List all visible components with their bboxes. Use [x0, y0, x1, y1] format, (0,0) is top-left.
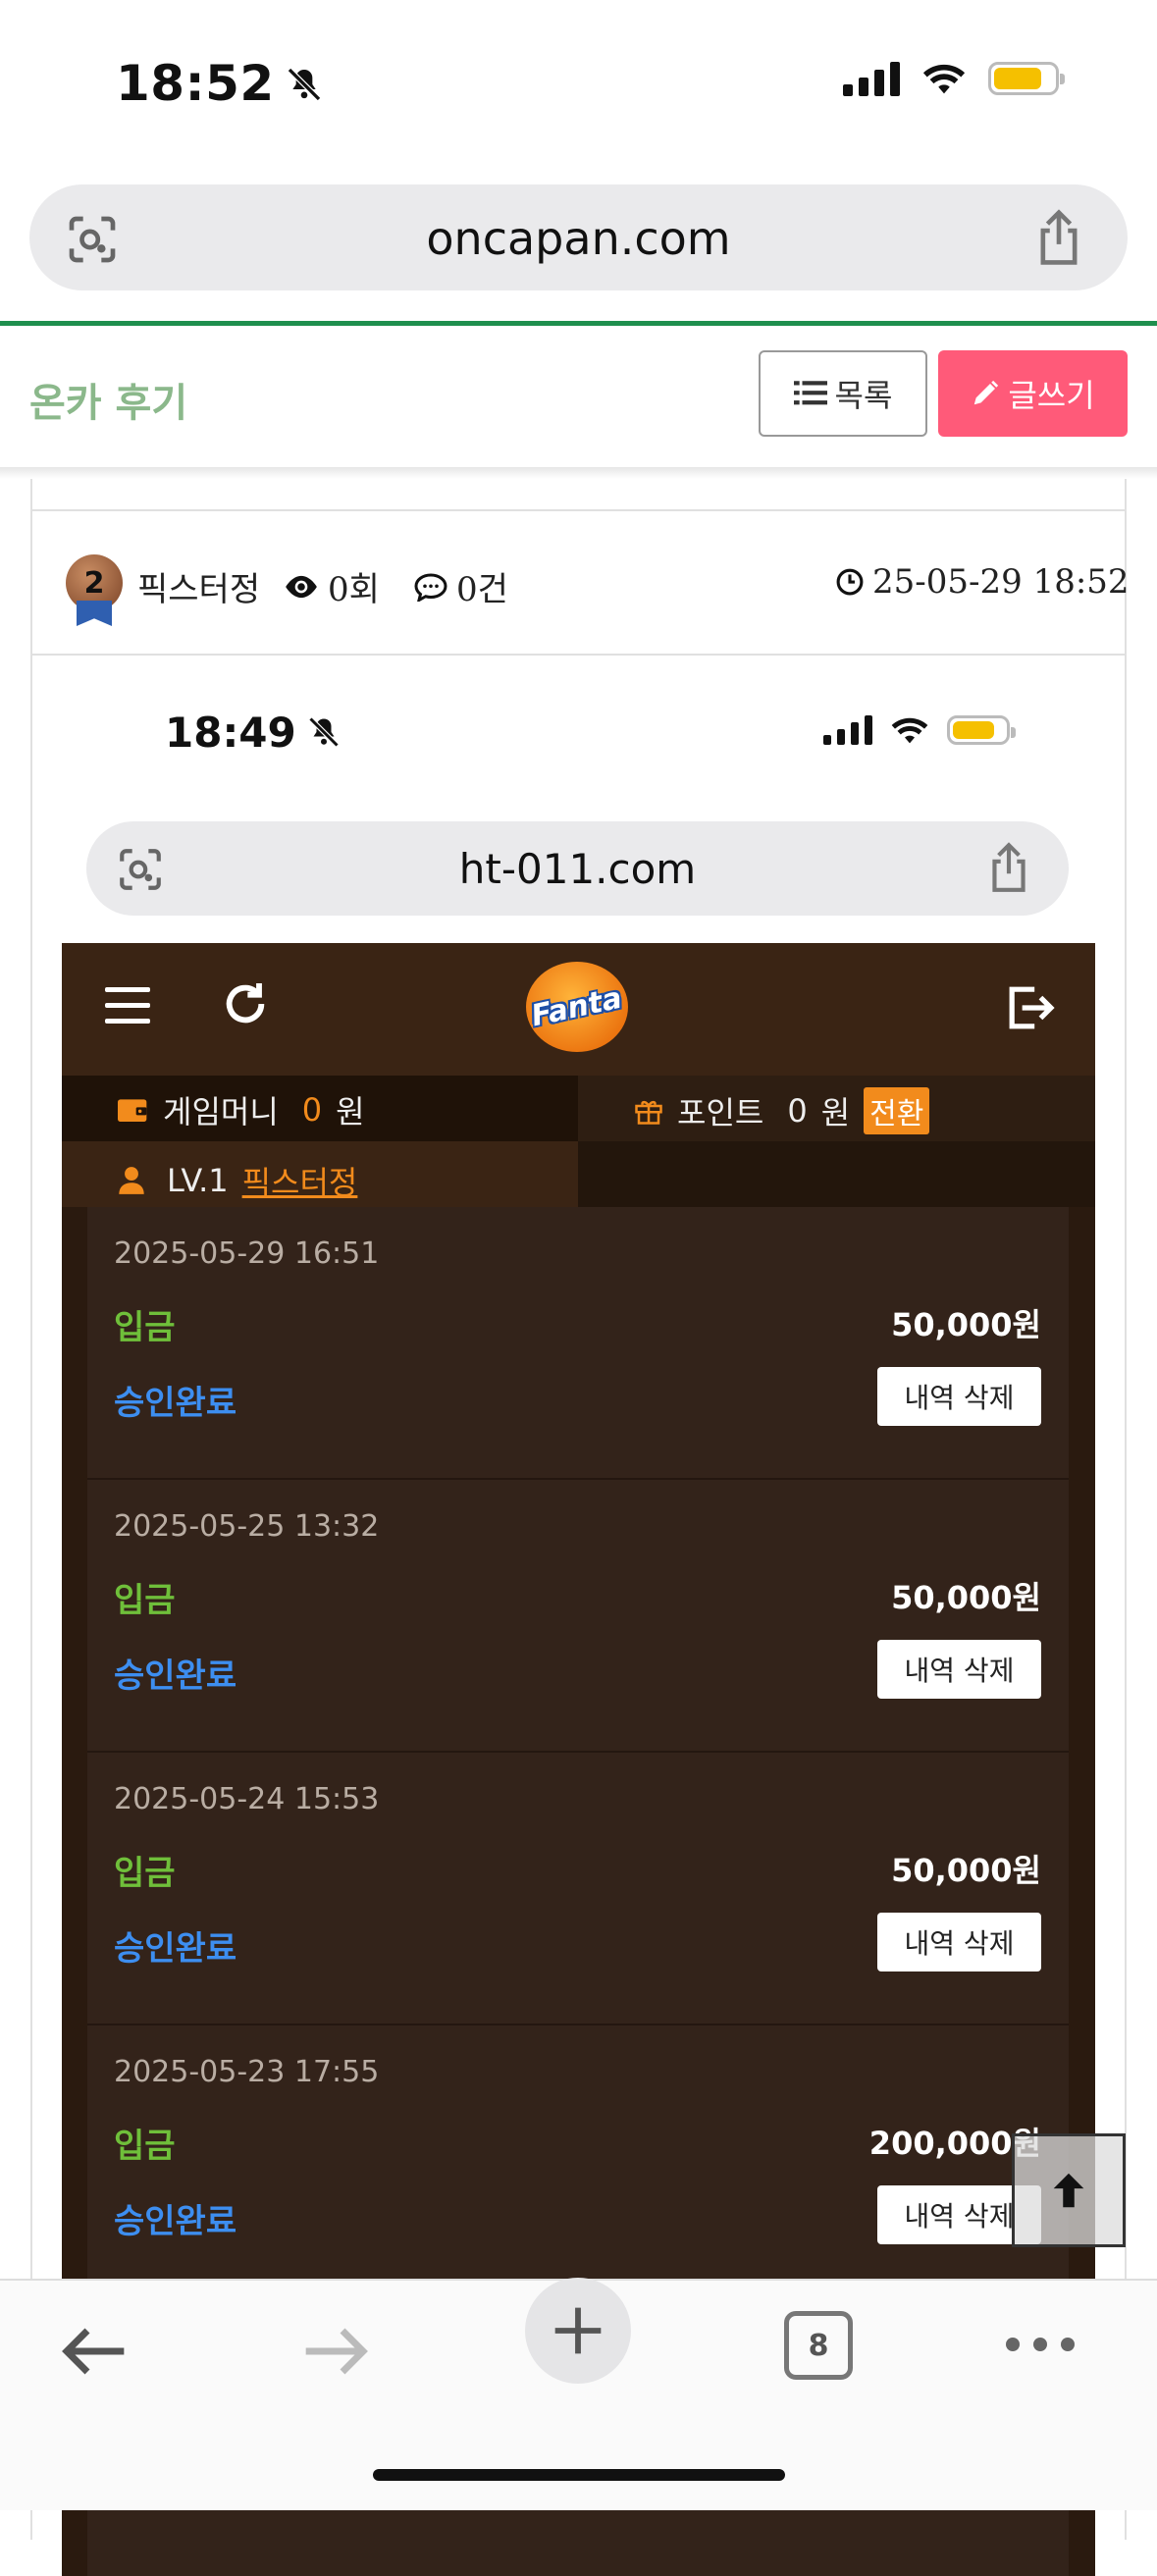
delete-history-button: 내역 삭제	[877, 1640, 1041, 1699]
status-time: 18:52	[116, 55, 324, 116]
board-title[interactable]: 온카 후기	[29, 371, 187, 428]
user-icon	[119, 1167, 144, 1194]
nickname: 픽스터정	[241, 1164, 358, 1201]
points: 포인트 0 원 전환	[634, 1087, 930, 1134]
refresh-icon	[218, 976, 273, 1035]
logout-icon	[1005, 985, 1056, 1034]
transaction-date: 2025-05-24 15:53	[114, 1782, 380, 1816]
game-money-label: 게임머니	[163, 1093, 279, 1130]
divider	[30, 654, 1127, 656]
transaction-item: 2025-05-29 16:51 입금 50,000원 승인완료 내역 삭제	[87, 1207, 1069, 1480]
transaction-type: 입금	[114, 1854, 176, 1893]
view-count-text: 0회	[328, 570, 380, 609]
wallet-icon	[118, 1099, 147, 1122]
convert-badge: 전환	[864, 1087, 930, 1134]
view-count: 0회	[283, 562, 380, 610]
status-indicators	[843, 61, 1065, 96]
battery-icon	[947, 715, 1016, 745]
arrow-up-icon	[1053, 2173, 1084, 2208]
address-bar[interactable]: oncapan.com	[29, 184, 1128, 290]
author-name[interactable]: 픽스터정	[137, 562, 260, 610]
point-value: 0	[787, 1092, 808, 1130]
transaction-item: 2025-05-25 13:32 입금 50,000원 승인완료 내역 삭제	[87, 1480, 1069, 1753]
back-button[interactable]	[59, 2324, 130, 2383]
list-button[interactable]: 목록	[759, 350, 927, 437]
bell-off-icon	[306, 711, 342, 760]
url-text[interactable]: oncapan.com	[29, 212, 1128, 265]
point-unit: 원	[820, 1094, 851, 1131]
panel-filler	[578, 1141, 1095, 1207]
transaction-item: 2025-05-24 15:53 입금 50,000원 승인완료 내역 삭제	[87, 1753, 1069, 2025]
wifi-icon	[891, 717, 928, 744]
list-button-label: 목록	[834, 377, 893, 414]
tab-count: 8	[808, 2328, 829, 2363]
clock-icon	[836, 568, 864, 596]
game-money: 게임머니 0 원	[118, 1087, 365, 1132]
eye-icon	[286, 575, 317, 598]
more-icon[interactable]	[1006, 2338, 1075, 2351]
write-button[interactable]: 글쓰기	[938, 350, 1128, 437]
arrow-left-icon	[62, 2328, 125, 2375]
logo-text: Fanta	[528, 980, 626, 1033]
scroll-to-top-button[interactable]	[1012, 2133, 1126, 2247]
inner-url-text: ht-011.com	[458, 845, 697, 893]
list-icon	[793, 381, 827, 405]
transaction-status: 승인완료	[114, 1929, 237, 1969]
home-indicator	[373, 2469, 785, 2481]
point-label: 포인트	[677, 1094, 764, 1131]
transaction-date: 2025-05-29 16:51	[114, 1236, 380, 1271]
post-author[interactable]: 픽스터정	[137, 562, 260, 610]
level-text: LV.1	[167, 1162, 229, 1199]
pencil-icon	[974, 380, 999, 405]
menu-icon	[105, 987, 150, 1034]
transaction-status: 승인완료	[114, 1384, 237, 1423]
game-money-value: 0	[301, 1091, 323, 1129]
delete-history-button: 내역 삭제	[877, 1367, 1041, 1426]
transaction-item: 2025-05-23 17:55 입금 200,000원 승인완료 내역 삭제	[87, 2025, 1069, 2298]
inner-status-indicators	[823, 714, 1016, 746]
battery-icon	[988, 62, 1065, 95]
fanta-logo: Fanta	[526, 962, 628, 1052]
user-level: LV.1 픽스터정	[118, 1158, 357, 1203]
header-shadow	[0, 467, 1157, 479]
comment-count-text: 0건	[456, 570, 508, 609]
signal-icon	[843, 61, 900, 96]
delete-history-button: 내역 삭제	[877, 1913, 1041, 1971]
wifi-icon	[922, 64, 966, 94]
signal-icon	[823, 715, 872, 745]
transaction-date: 2025-05-23 17:55	[114, 2055, 380, 2089]
post-datetime: 25-05-29 18:52	[835, 562, 1130, 602]
transaction-status: 승인완료	[114, 2202, 237, 2241]
page-top-border	[0, 321, 1157, 326]
status-time-text: 18:52	[116, 55, 275, 112]
inner-status-time-text: 18:49	[165, 709, 296, 757]
tabs-button[interactable]: 8	[784, 2311, 853, 2380]
plus-icon	[554, 2307, 602, 2354]
forward-button[interactable]	[300, 2324, 371, 2383]
arrow-right-icon	[305, 2328, 368, 2375]
inner-status-time: 18:49	[165, 709, 342, 760]
transaction-status: 승인완료	[114, 1656, 237, 1696]
level-badge-number: 2	[83, 565, 105, 601]
share-icon[interactable]	[1031, 208, 1086, 271]
share-icon	[984, 841, 1033, 898]
transaction-amount: 50,000원	[891, 1306, 1041, 1343]
transaction-date: 2025-05-25 13:32	[114, 1509, 380, 1544]
comment-icon	[414, 572, 447, 602]
bell-off-icon	[285, 59, 324, 116]
transaction-amount: 50,000원	[891, 1852, 1041, 1889]
transaction-amount: 50,000원	[891, 1579, 1041, 1616]
comment-count: 0건	[413, 562, 508, 610]
divider	[30, 509, 1127, 511]
new-tab-button[interactable]	[525, 2278, 631, 2384]
post-datetime-text: 25-05-29 18:52	[872, 562, 1130, 602]
transaction-type: 입금	[114, 2127, 176, 2166]
game-money-unit: 원	[336, 1093, 365, 1130]
write-button-label: 글쓰기	[1008, 377, 1095, 414]
inner-address-bar: ht-011.com	[86, 821, 1069, 916]
transaction-type: 입금	[114, 1308, 176, 1347]
gift-icon	[635, 1100, 662, 1125]
transaction-type: 입금	[114, 1581, 176, 1620]
